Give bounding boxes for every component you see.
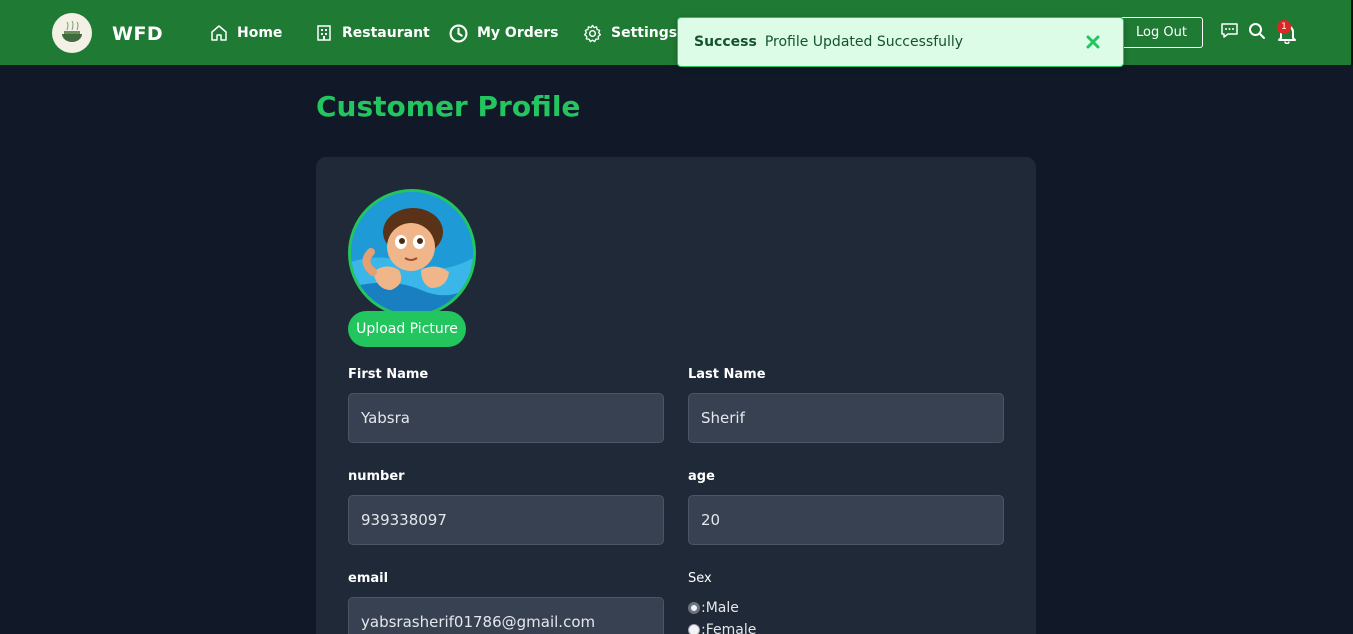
- upload-picture-button[interactable]: Upload Picture: [348, 311, 466, 347]
- first-name-field[interactable]: [348, 393, 664, 443]
- age-label: age: [688, 469, 715, 484]
- notification-badge: 1: [1277, 20, 1291, 34]
- clock-icon: [449, 24, 468, 42]
- toast-message: Profile Updated Successfully: [764, 34, 964, 50]
- nav-restaurant[interactable]: Restaurant: [315, 22, 430, 44]
- sex-option-female-label: :Female: [701, 622, 757, 634]
- logout-button[interactable]: Log Out: [1120, 17, 1203, 48]
- number-field[interactable]: [348, 495, 664, 545]
- close-icon[interactable]: [1083, 32, 1103, 52]
- sex-option-female[interactable]: :Female: [688, 622, 756, 634]
- radio-female[interactable]: [688, 624, 700, 634]
- email-label: email: [348, 571, 389, 586]
- last-name-field[interactable]: [688, 393, 1004, 443]
- food-bowl-icon: [62, 20, 82, 42]
- sex-option-male-label: :Male: [701, 600, 739, 616]
- sex-option-male[interactable]: :Male: [688, 600, 739, 616]
- home-icon: [211, 25, 227, 41]
- toast-title: Success: [694, 34, 757, 50]
- search-icon[interactable]: [1248, 22, 1266, 44]
- avatar[interactable]: [348, 189, 476, 317]
- first-name-label: First Name: [348, 367, 429, 382]
- number-label: number: [348, 469, 405, 484]
- nav-my-orders[interactable]: My Orders: [449, 22, 559, 44]
- last-name-label: Last Name: [688, 367, 766, 382]
- success-toast: Success Profile Updated Successfully: [677, 17, 1124, 67]
- nav-settings-label: Settings: [611, 25, 678, 41]
- nav-settings[interactable]: Settings: [583, 22, 677, 44]
- chat-icon[interactable]: [1220, 22, 1239, 44]
- email-field[interactable]: [348, 597, 664, 634]
- gear-icon: [583, 24, 602, 42]
- nav-home-label: Home: [237, 25, 283, 41]
- profile-picture: [351, 192, 473, 314]
- nav-my-orders-label: My Orders: [477, 25, 559, 41]
- nav-home[interactable]: Home: [210, 22, 282, 44]
- page-title: Customer Profile: [316, 90, 581, 123]
- brand-name[interactable]: WFD: [112, 23, 163, 45]
- logo[interactable]: [52, 13, 92, 53]
- sex-label: Sex: [688, 571, 712, 586]
- radio-male[interactable]: [688, 602, 700, 614]
- nav-restaurant-label: Restaurant: [342, 25, 430, 41]
- age-field[interactable]: [688, 495, 1004, 545]
- building-icon: [317, 25, 331, 41]
